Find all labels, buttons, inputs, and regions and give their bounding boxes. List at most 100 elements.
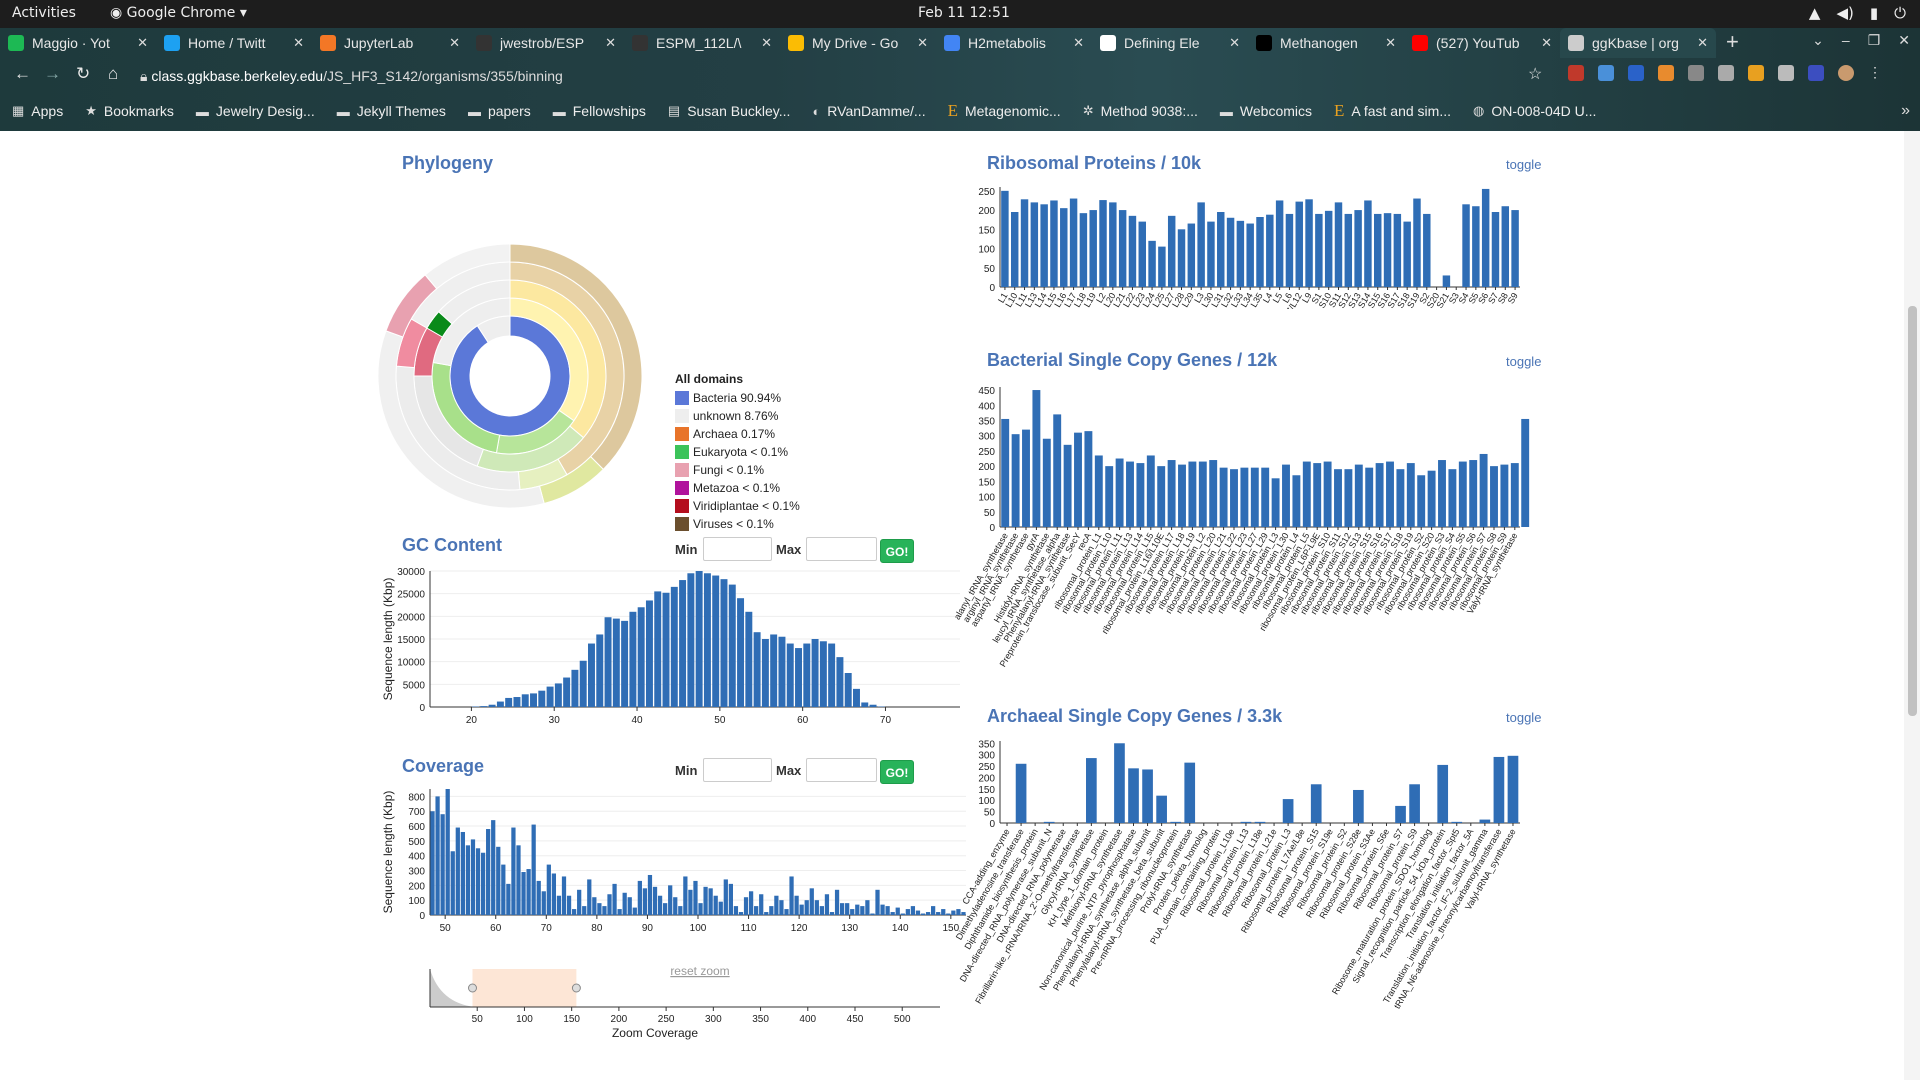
volume-icon[interactable]: ◀) [1836,4,1853,22]
bar[interactable] [1188,461,1197,527]
bookmark-item[interactable]: ◐ RVanDamme/... [812,103,925,119]
bar[interactable] [1500,464,1509,527]
bar[interactable] [491,820,496,915]
bar[interactable] [521,694,529,707]
browser-tab[interactable]: H2metabolis ✕ [936,28,1092,58]
bar[interactable] [1353,789,1364,823]
bar[interactable] [1256,217,1264,287]
bar[interactable] [622,892,627,915]
legend-entry[interactable]: Metazoa < 0.1% [675,479,800,497]
bar[interactable] [1501,206,1510,287]
bookmark-item[interactable]: ▬ Fellowships [553,103,646,119]
bar[interactable] [561,876,567,915]
browser-tab[interactable]: Methanogen ✕ [1248,28,1404,58]
bar[interactable] [728,883,733,915]
bar[interactable] [748,891,754,915]
bar[interactable] [844,673,852,707]
bar[interactable] [587,879,592,915]
bar[interactable] [1128,215,1137,287]
legend-entry[interactable]: Archaea 0.17% [675,425,800,443]
power-icon[interactable]: ⏻ [1894,4,1906,22]
bar[interactable] [836,657,844,707]
bar[interactable] [632,907,637,915]
bar[interactable] [455,827,460,915]
bar[interactable] [670,586,678,707]
bar[interactable] [861,702,869,707]
bookmark-item[interactable]: ▬ Webcomics [1220,103,1312,119]
bar[interactable] [1184,762,1196,823]
browser-tab[interactable]: (527) YouTub ✕ [1404,28,1560,58]
bar[interactable] [1177,229,1186,287]
bar[interactable] [794,895,799,915]
bar[interactable] [869,704,877,707]
bar[interactable] [1020,199,1029,287]
bar[interactable] [1094,455,1103,527]
close-tab-icon[interactable]: ✕ [1073,35,1084,51]
reset-zoom-link[interactable]: reset zoom [670,964,729,978]
bar[interactable] [819,641,827,707]
bar[interactable] [1170,821,1182,823]
bar[interactable] [1060,208,1068,287]
bar[interactable] [506,883,511,915]
bar[interactable] [1011,434,1020,527]
close-window-icon[interactable]: ✕ [1898,32,1910,49]
bar[interactable] [1246,223,1254,287]
bar[interactable] [829,912,835,915]
bar[interactable] [759,894,764,915]
bar[interactable] [855,904,860,915]
bar[interactable] [546,864,551,915]
zoom-handle-left[interactable] [468,983,477,993]
bar[interactable] [621,620,629,707]
bar[interactable] [1324,210,1333,287]
bar[interactable] [712,575,720,707]
bar[interactable] [1126,461,1134,527]
bar[interactable] [728,584,736,707]
bar[interactable] [1413,198,1421,287]
bar[interactable] [1142,769,1153,823]
browser-tab[interactable]: Defining Ele ✕ [1092,28,1248,58]
bar[interactable] [708,888,713,915]
bar[interactable] [1156,795,1167,823]
new-tab-button[interactable]: + [1716,28,1749,58]
bar[interactable] [554,683,562,707]
extension-ublock-icon[interactable] [1568,65,1584,81]
bar[interactable] [1472,206,1480,287]
bar[interactable] [875,889,880,915]
bar[interactable] [1354,210,1362,287]
bar[interactable] [486,829,491,915]
close-tab-icon[interactable]: ✕ [917,35,928,51]
bar[interactable] [743,897,749,915]
bar[interactable] [799,904,804,915]
bar[interactable] [673,897,678,915]
bar[interactable] [753,632,761,707]
bar[interactable] [1479,819,1491,823]
bar[interactable] [496,846,501,915]
bar[interactable] [834,889,840,915]
bar[interactable] [602,906,607,915]
bar[interactable] [1395,805,1406,823]
legend-entry[interactable]: Viridiplantae < 0.1% [675,497,800,515]
reload-icon[interactable]: ↻ [76,64,90,84]
extension-color-icon[interactable] [1658,65,1674,81]
bar[interactable] [905,909,910,915]
bar[interactable] [737,598,745,707]
bar[interactable] [663,903,668,915]
bar[interactable] [850,909,855,915]
bar[interactable] [1285,213,1294,287]
bar[interactable] [1310,784,1322,823]
bookmark-item[interactable]: ✲ Method 9038:... [1083,103,1198,119]
archaeal-scg-toggle[interactable]: toggle [1506,710,1541,725]
bar[interactable] [1334,469,1342,527]
bar[interactable] [1001,190,1009,287]
bar[interactable] [1344,213,1353,287]
bar[interactable] [809,888,814,915]
bar[interactable] [513,697,521,707]
close-tab-icon[interactable]: ✕ [293,35,304,51]
bar[interactable] [1507,755,1519,823]
bar[interactable] [1490,466,1498,527]
bar[interactable] [1079,213,1088,287]
bar[interactable] [1275,200,1284,287]
bar[interactable] [683,876,688,915]
bar[interactable] [865,900,870,915]
bookmark-item[interactable]: E A fast and sim... [1334,101,1451,121]
